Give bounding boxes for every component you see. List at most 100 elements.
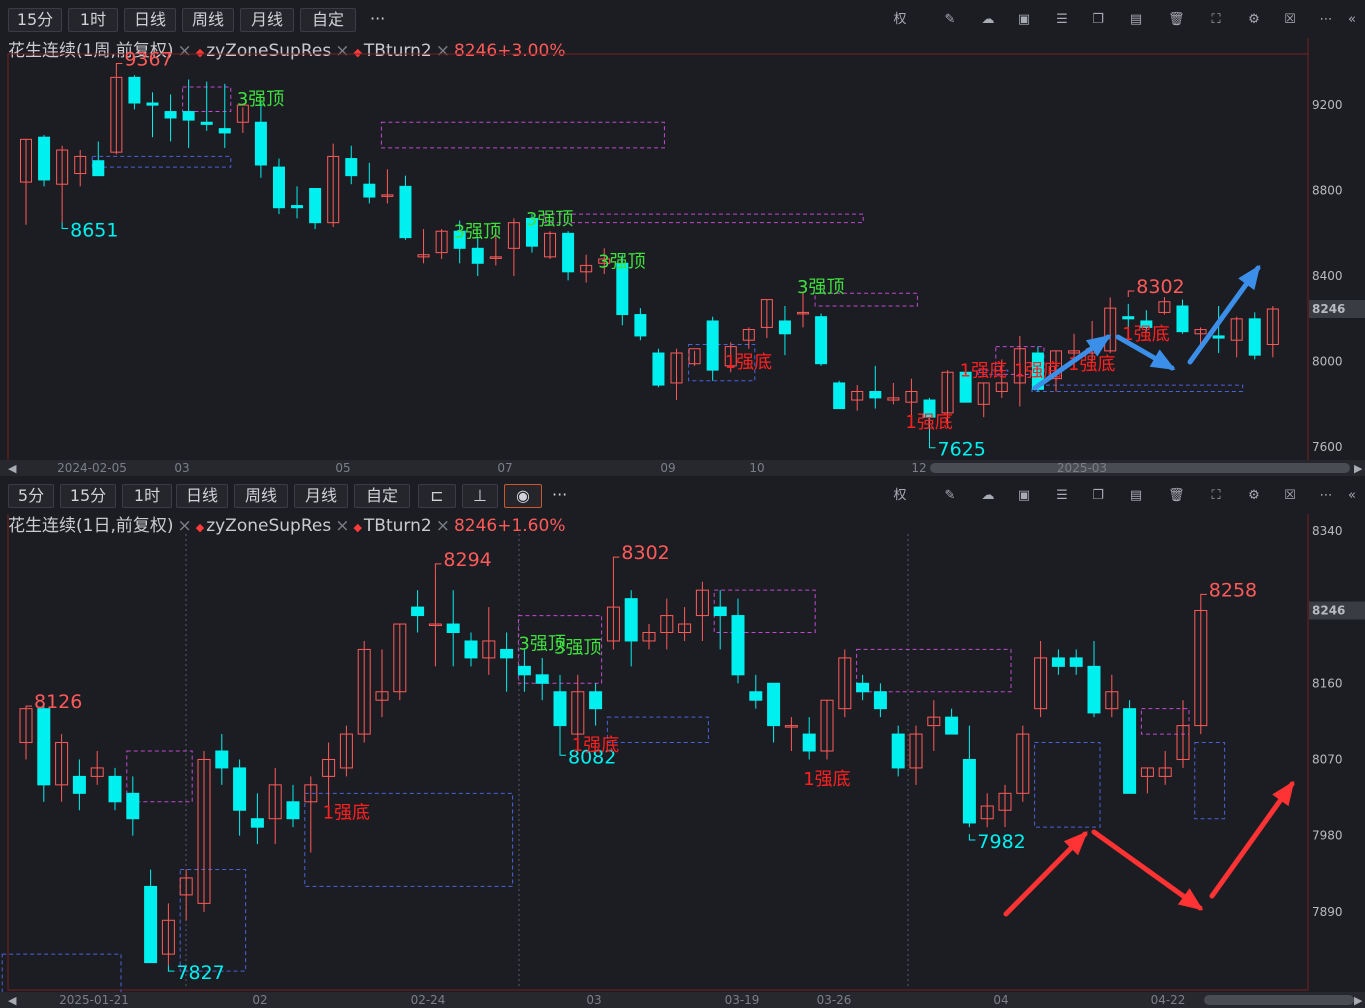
period-button-15m[interactable]: 15分 (60, 484, 116, 508)
gear-icon[interactable]: ⚙ (1246, 12, 1262, 28)
period-button-month[interactable]: 月线 (240, 8, 294, 32)
fullscreen-icon[interactable]: ⛶ (1208, 12, 1224, 28)
period-button-15m[interactable]: 15分 (8, 8, 62, 32)
low-price-label: 7625 (938, 439, 986, 461)
eye-icon[interactable]: ◉ (504, 484, 542, 508)
candle-body (126, 792, 140, 820)
y-tick-label: 8400 (1312, 269, 1343, 283)
low-marker (61, 222, 69, 229)
period-button-day[interactable]: 日线 (124, 8, 176, 32)
more-menu-button[interactable]: ··· (370, 8, 385, 30)
sliders-icon[interactable]: ☰ (1054, 488, 1070, 504)
weekly-candlestick-chart[interactable]: 9200 8800 8400 8000 7600 8246 9367 8651 3强顶 3强顶 3强… (0, 38, 1365, 478)
annotation-arrow (1209, 781, 1295, 899)
candle-body (873, 691, 887, 710)
period-button-custom[interactable]: 自定 (354, 484, 410, 508)
layout-icon[interactable]: ▤ (1128, 488, 1144, 504)
chevron-left-icon[interactable]: « (1344, 488, 1360, 504)
signal-label: 1强底 (725, 352, 772, 373)
chevron-left-icon[interactable]: « (1344, 12, 1360, 28)
plot-frame (7, 53, 1309, 465)
draw-tool-icon[interactable]: ⊥ (462, 484, 498, 508)
candle-body (749, 691, 763, 701)
candle-body (92, 160, 105, 177)
y-tick-label: 7890 (1312, 905, 1343, 919)
candle-body (945, 716, 959, 735)
copy-icon[interactable]: ❐ (1090, 12, 1106, 28)
trash-icon[interactable]: 🗑 (1168, 488, 1185, 504)
y-tick-label: 8340 (1312, 524, 1343, 538)
y-tick-label: 8800 (1312, 184, 1343, 198)
pencil-icon[interactable]: ✎ (942, 12, 958, 28)
candle-body (962, 758, 976, 824)
candle-body (1248, 318, 1261, 356)
x-tick-label: 2025-01-21 (59, 993, 129, 1007)
candle-body (1051, 657, 1065, 667)
candle-body (778, 320, 791, 335)
x-tick-label: 12 (911, 461, 926, 475)
rights-icon[interactable]: 权 (892, 12, 908, 28)
x-tick-label: 03 (174, 461, 189, 475)
layout-icon[interactable]: ▤ (1128, 12, 1144, 28)
candle-body (144, 885, 158, 964)
period-button-week[interactable]: 周线 (182, 8, 234, 32)
period-button-day[interactable]: 日线 (176, 484, 228, 508)
collapse-icon[interactable]: ⋯ (1318, 488, 1334, 504)
candle-body (517, 665, 531, 676)
sliders-icon[interactable]: ☰ (1054, 12, 1070, 28)
x-tick-label: 10 (749, 461, 764, 475)
candle-body (108, 775, 122, 803)
period-button-custom[interactable]: 自定 (300, 8, 356, 32)
x-tick-label: 03-26 (817, 993, 852, 1007)
y-tick-label: 8000 (1312, 355, 1343, 369)
signal-label: 3强顶 (554, 638, 601, 659)
scrollbar-thumb (930, 463, 1350, 473)
x-tick-label: 09 (660, 461, 675, 475)
pencil-icon[interactable]: ✎ (942, 488, 958, 504)
support-resistance-zone (179, 869, 247, 972)
candle-body (731, 615, 745, 676)
copy-icon[interactable]: ❐ (1090, 488, 1106, 504)
y-tick-label: 7980 (1312, 829, 1343, 843)
signal-label: 3强顶 (454, 222, 501, 243)
annotation-arrowhead (1272, 780, 1295, 807)
candle-body (215, 750, 229, 769)
candle-body (464, 640, 478, 659)
low-marker (968, 833, 976, 841)
gear-icon[interactable]: ⚙ (1246, 488, 1262, 504)
indicator-icon[interactable]: ⊏ (418, 484, 456, 508)
trash-icon[interactable]: 🗑 (1168, 12, 1185, 28)
annotation-arrowhead (1238, 264, 1261, 291)
candle-body (446, 623, 460, 633)
low-price-label: 7827 (176, 962, 224, 984)
x-tick-label: 03-19 (725, 993, 760, 1007)
period-button-5m[interactable]: 5分 (8, 484, 54, 508)
period-button-week[interactable]: 周线 (234, 484, 288, 508)
plot-frame (7, 514, 1309, 991)
cloud-download-icon[interactable]: ☁ (980, 12, 996, 28)
period-button-1h[interactable]: 1时 (68, 8, 118, 32)
fullscreen-icon[interactable]: ⛶ (1208, 488, 1224, 504)
daily-candlestick-chart[interactable]: 8340 8246 8160 8070 7980 7890 8126 7827 8294 8302… (0, 514, 1365, 1008)
close-window-icon[interactable]: ☒ (1282, 488, 1298, 504)
high-marker (1200, 593, 1207, 601)
collapse-icon[interactable]: ⋯ (1318, 12, 1334, 28)
candle-body (471, 247, 484, 264)
x-tick-label: 2025-03 (1057, 461, 1107, 475)
candle-body (200, 121, 213, 125)
high-price-label: 8302 (621, 542, 669, 564)
x-tick-label: 2024-02-05 (57, 461, 127, 475)
close-window-icon[interactable]: ☒ (1282, 12, 1298, 28)
image-icon[interactable]: ▣ (1016, 12, 1032, 28)
more-menu-button[interactable]: ··· (552, 484, 567, 506)
candle-body (128, 76, 141, 104)
period-button-month[interactable]: 月线 (294, 484, 348, 508)
rights-icon[interactable]: 权 (892, 488, 908, 504)
candle-body (767, 682, 781, 727)
cloud-download-icon[interactable]: ☁ (980, 488, 996, 504)
y-tick-label: 8070 (1312, 752, 1343, 766)
support-resistance-zone (713, 589, 816, 634)
period-button-1h[interactable]: 1时 (122, 484, 172, 508)
x-tick-label: 03 (586, 993, 601, 1007)
image-icon[interactable]: ▣ (1016, 488, 1032, 504)
